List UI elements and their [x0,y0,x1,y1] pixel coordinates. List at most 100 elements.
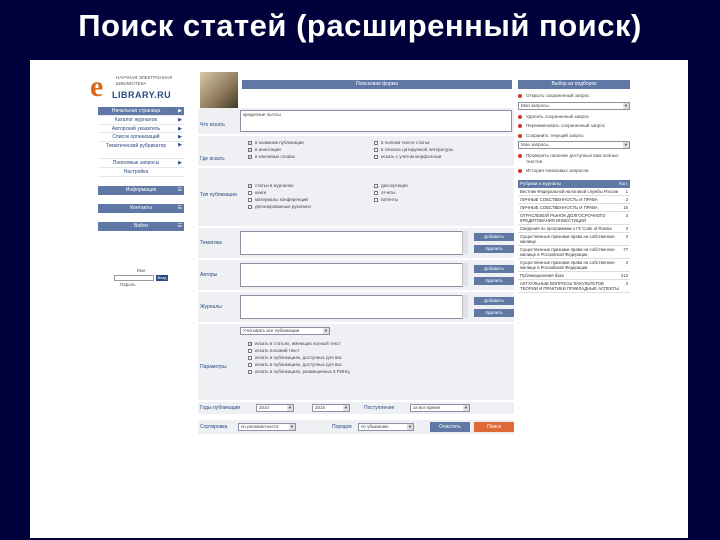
rubric-row[interactable]: Вестник Федеральной налоговой службы Рос… [518,188,630,196]
bullet-icon [518,124,522,128]
save-current-query-link[interactable]: Сохранить текущий запрос [518,133,630,139]
checkbox[interactable] [374,197,378,202]
year-from-select[interactable]: 2010 ▼ [256,404,294,412]
where-option[interactable]: ✓ в ключевых словах [248,153,304,160]
rubric-name: Публикационная база [520,272,564,278]
pubtype-option[interactable]: книги [248,189,311,196]
scrollbar[interactable] [462,231,468,255]
checkbox[interactable] [248,369,252,374]
checkbox[interactable] [248,190,252,195]
checkbox[interactable] [248,362,252,367]
journals-list[interactable] [240,295,468,319]
pubtype-option[interactable]: материалы конференций [248,196,311,203]
authors-remove-button[interactable]: Удалить [474,277,514,285]
rubric-row[interactable]: ЛИЧНЫЕ СОБСТВЕННОСТЬ И ПРАВА 15 [518,204,630,212]
pubtype-option[interactable]: диссертации [374,182,408,189]
rubric-row[interactable]: ОТРАСЛЕВОЙ РЫНОК ДОЛГОСРОЧНОГО КРЕДИТОВА… [518,212,630,225]
checkbox[interactable]: ✓ [248,183,252,188]
checkbox[interactable] [374,190,378,195]
parameter-option[interactable]: искать в публикациях, размещенных в РИНЦ [248,368,350,375]
journals-add-button[interactable]: Добавить [474,297,514,305]
scrollbar[interactable] [462,295,468,319]
query-label: Что искать [200,122,225,128]
clear-button[interactable]: Очистить [430,422,470,432]
topics-add-button[interactable]: Добавить [474,233,514,241]
saved-queries-select[interactable]: Мои запросы ▼ [518,101,630,110]
rubric-row[interactable]: Существенные признаки права на собственн… [518,233,630,246]
scrollbar[interactable] [462,263,468,287]
checkbox[interactable]: ✓ [248,341,252,346]
rubric-row[interactable]: Существенные признаки права на собственн… [518,246,630,259]
parameter-option[interactable]: искать в публикациях, доступных для вас [248,354,350,361]
chevron-down-icon: ▼ [289,424,295,430]
delete-saved-query-link[interactable]: Удалить сохраненный запрос [518,114,630,120]
sidebar-box-login[interactable]: Войти ☰ [98,221,184,231]
where-option[interactable]: в списках цитируемой литературы [374,146,453,153]
rename-saved-query-link[interactable]: Переименовать сохраненный запрос [518,123,630,129]
rubric-row[interactable]: Существенные признаки права на собственн… [518,259,630,272]
authors-list[interactable] [240,263,468,287]
journals-remove-button[interactable]: Удалить [474,309,514,317]
topics-remove-button[interactable]: Удалить [474,245,514,253]
checkbox[interactable] [248,348,252,353]
checkbox[interactable] [248,355,252,360]
sidebar-box-info[interactable]: Информация ☰ [98,185,184,195]
year-to-select[interactable]: 2015 ▼ [312,404,350,412]
open-saved-query-link[interactable]: Открыть сохраненный запрос [518,93,630,99]
where-option[interactable]: ✓ в названии публикации [248,139,304,146]
checkbox[interactable] [374,147,378,152]
select-value: Мои запросы [521,142,549,147]
rubric-row[interactable]: ЛИЧНЫЕ СОБСТВЕННОСТЬ И ПРАВА 3 [518,196,630,204]
sidebar-item-settings[interactable]: Настройка [98,168,184,177]
login-label: Имя [136,268,146,273]
where-option[interactable]: ✓ в аннотации [248,146,304,153]
topics-list[interactable] [240,231,468,255]
checkbox[interactable] [374,154,378,159]
received-select[interactable]: за все время ▼ [410,404,470,412]
where-label: Где искать [200,156,225,162]
journals-row: Журналы Добавить Удалить [198,292,514,322]
sidebar-box-contacts[interactable]: Контакты ☰ [98,203,184,213]
sidebar-item-home[interactable]: Начальная страница ▶ [98,107,184,116]
sidebar-item-authors[interactable]: Авторский указатель ▶ [98,125,184,134]
sidebar-item-organizations[interactable]: Список организаций ▶ [98,133,184,143]
where-option[interactable]: в полном тексте статьи [374,139,453,146]
publication-type-select[interactable]: Учитывать все публикации ▼ [240,327,330,335]
pubtype-option[interactable]: отчеты [374,189,408,196]
where-option[interactable]: искать с учетом морфологии [374,153,453,160]
checkbox[interactable]: ✓ [248,140,252,145]
pubtype-option[interactable]: ✓ статьи в журналах [248,182,311,189]
query-input[interactable]: кредитные льготы [240,110,512,132]
checkbox[interactable]: ✓ [248,154,252,159]
sidebar-item-journals[interactable]: Каталог журналов ▶ [98,116,184,125]
query-history-link[interactable]: История поисковых запросов [518,168,630,174]
pubtype-option[interactable]: депонированные рукописи [248,203,311,210]
authors-add-button[interactable]: Добавить [474,265,514,273]
checkbox[interactable] [248,197,252,202]
sidebar-item-queries[interactable]: Поисковые запросы ▶ [98,159,184,168]
rubric-row[interactable]: АКТУАЛЬНЫЕ ВОПРОСЫ ФАКУЛЬТЕТОВ ТЕОРИИ И … [518,280,630,293]
login-input[interactable] [114,275,154,281]
check-fulltext-link[interactable]: Проверить наличие доступных вам полных т… [518,153,630,164]
parameter-option[interactable]: искать похожий текст [248,347,350,354]
rubric-name: Существенные признаки права на собственн… [520,233,615,244]
sort-by-select[interactable]: по релевантности ▼ [238,423,296,431]
sidebar-item-label: Список организаций [112,134,160,141]
login-button[interactable]: Вход [156,275,168,281]
parameter-option[interactable]: ✓ искать в статьях, имеющих полный текст [248,340,350,347]
search-button[interactable]: Поиск [474,422,514,432]
rubric-row[interactable]: Публикационная база 213 [518,272,630,280]
pubtype-option[interactable]: патенты [374,196,408,203]
parameter-option[interactable]: искать в публикациях, доступных для вас [248,361,350,368]
query-list-select[interactable]: Мои запросы ▼ [518,141,630,149]
checkbox[interactable] [374,183,378,188]
checkbox[interactable] [248,204,252,209]
sidebar-item-rubricator[interactable]: Тематический рубрикатор ▶ [98,142,184,160]
arrow-right-icon: ▶ [178,108,182,114]
checkbox[interactable]: ✓ [248,147,252,152]
option-label: статьи в журналах [255,183,294,188]
rubric-row[interactable]: Сведения по программам о ГК Code of Russ… [518,225,630,233]
order-select[interactable]: по убыванию ▼ [358,423,414,431]
checkbox[interactable] [374,140,378,145]
arrow-right-icon: ▶ [178,142,182,149]
